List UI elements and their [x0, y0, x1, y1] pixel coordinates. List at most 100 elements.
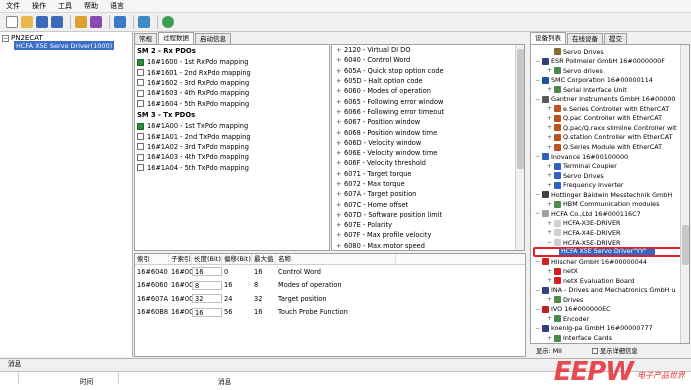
- device-row[interactable]: + Servo drives: [546, 66, 603, 75]
- object-row[interactable]: +606E - Velocity window time: [332, 148, 524, 158]
- object-row[interactable]: +6068 - Position window time: [332, 127, 524, 137]
- device-row[interactable]: − ESR Pollmeier GmbH 16#0000000F: [534, 57, 665, 66]
- pdo-row[interactable]: 16#1600 - 1st RxPdo mapping: [135, 57, 329, 67]
- expand-icon[interactable]: +: [546, 277, 553, 284]
- tab-startup[interactable]: 启动信息: [195, 33, 231, 44]
- device-row[interactable]: + e.Series Controller with EtherCAT: [546, 104, 669, 113]
- expand-icon[interactable]: +: [336, 46, 344, 54]
- object-row[interactable]: +607C - Home offset: [332, 199, 524, 209]
- expand-icon[interactable]: +: [336, 211, 344, 219]
- collapse-icon[interactable]: −: [534, 153, 541, 160]
- pdo-row[interactable]: 16#1A03 - 4th TxPdo mapping: [135, 152, 329, 162]
- pdo-checkbox[interactable]: [137, 133, 144, 141]
- device-row[interactable]: − HCFA Co.,Ltd 16#000116C7: [534, 209, 641, 218]
- object-row[interactable]: +606D - Velocity window: [332, 138, 524, 148]
- object-row[interactable]: +6040 - Control Word: [332, 55, 524, 65]
- object-row[interactable]: +6067 - Position window: [332, 117, 524, 127]
- collapse-icon[interactable]: −: [2, 34, 9, 42]
- cell-length[interactable]: 8: [192, 280, 222, 290]
- expand-icon[interactable]: +: [336, 108, 344, 116]
- expand-icon[interactable]: +: [336, 201, 344, 209]
- object-row[interactable]: +6080 - Max motor speed: [332, 241, 524, 250]
- pdo-checkbox[interactable]: [137, 79, 144, 87]
- expand-icon[interactable]: +: [546, 201, 553, 208]
- expand-icon[interactable]: +: [336, 159, 344, 167]
- menu-operation[interactable]: 操作: [32, 1, 46, 11]
- column-header[interactable]: 索引: [135, 254, 169, 264]
- collapse-icon[interactable]: −: [534, 58, 541, 65]
- pdo-checkbox[interactable]: [137, 100, 144, 108]
- selected-device-row[interactable]: HCFA X5E Servo Driver"YY": [533, 246, 683, 257]
- tab-process-data[interactable]: 过程数据: [158, 32, 194, 44]
- collapse-icon[interactable]: −: [534, 96, 541, 103]
- device-row[interactable]: + Frequency Inverter: [546, 181, 623, 190]
- expand-icon[interactable]: +: [336, 56, 344, 64]
- device-row[interactable]: − IVO 16#000000EC: [534, 305, 611, 314]
- device-row[interactable]: − koenig-pa GmbH 16#00000777: [534, 324, 653, 333]
- pdo-checkbox[interactable]: [137, 122, 144, 130]
- device-row[interactable]: + Encoder: [546, 314, 589, 323]
- device-row[interactable]: Servo Drives: [546, 47, 604, 56]
- pdo-row[interactable]: 16#1602 - 3rd RxPdo mapping: [135, 78, 329, 88]
- expand-icon[interactable]: +: [336, 180, 344, 188]
- expand-icon[interactable]: +: [336, 77, 344, 85]
- expand-icon[interactable]: +: [546, 86, 553, 93]
- expand-icon[interactable]: +: [546, 229, 553, 236]
- device-row[interactable]: + Terminal Coupler: [546, 162, 617, 171]
- edit-icon[interactable]: [75, 16, 87, 28]
- collapse-icon[interactable]: −: [534, 191, 541, 198]
- pdo-row[interactable]: 16#1601 - 2nd RxPdo mapping: [135, 67, 329, 77]
- object-row[interactable]: +605A - Quick stop option code: [332, 66, 524, 76]
- expand-icon[interactable]: +: [336, 139, 344, 147]
- expand-icon[interactable]: +: [336, 190, 344, 198]
- expand-icon[interactable]: +: [546, 172, 553, 179]
- pdo-row[interactable]: 16#1603 - 4th RxPdo mapping: [135, 88, 329, 98]
- pdo-row[interactable]: 16#1A00 - 1st TxPdo mapping: [135, 121, 329, 131]
- expand-icon[interactable]: +: [336, 231, 344, 239]
- menu-language[interactable]: 语言: [110, 1, 124, 11]
- scrollbar-thumb[interactable]: [517, 49, 524, 169]
- expand-icon[interactable]: +: [546, 115, 553, 122]
- tab-general[interactable]: 常规: [134, 33, 157, 44]
- expand-icon[interactable]: +: [546, 134, 553, 141]
- expand-icon[interactable]: +: [336, 118, 344, 126]
- object-row[interactable]: +607E - Polarity: [332, 220, 524, 230]
- object-row[interactable]: +6071 - Target torque: [332, 169, 524, 179]
- save-as-icon[interactable]: [51, 16, 63, 28]
- expand-icon[interactable]: +: [546, 182, 553, 189]
- expand-icon[interactable]: +: [336, 170, 344, 178]
- pdo-row[interactable]: 16#1A04 - 5th TxPdo mapping: [135, 163, 329, 173]
- expand-icon[interactable]: +: [546, 335, 553, 342]
- expand-icon[interactable]: +: [546, 315, 553, 322]
- cell-length[interactable]: 32: [192, 294, 222, 304]
- tab-online-devices[interactable]: 在线设备: [567, 33, 603, 44]
- tree-device-node[interactable]: HCFA X5E Servo Driver(1000): [14, 41, 115, 50]
- config-icon[interactable]: [138, 16, 150, 28]
- object-row[interactable]: +6065 - Following error window: [332, 96, 524, 106]
- table-row[interactable]: 16#6060 16#00 8 16 8 Modes of operation: [135, 279, 525, 293]
- messages-col-time[interactable]: 时间: [80, 376, 93, 386]
- device-row[interactable]: − Gantner Instruments GmbH 16#00000: [534, 95, 676, 104]
- collapse-icon[interactable]: −: [534, 325, 541, 332]
- expand-icon[interactable]: +: [546, 163, 553, 170]
- object-list-scrollbar[interactable]: [515, 45, 524, 250]
- expand-icon[interactable]: +: [546, 144, 553, 151]
- pdo-checkbox[interactable]: [137, 164, 144, 172]
- object-row[interactable]: +6066 - Following error timeout: [332, 107, 524, 117]
- menu-help[interactable]: 帮助: [84, 1, 98, 11]
- pdo-row[interactable]: 16#1604 - 5th RxPdo mapping: [135, 99, 329, 109]
- expand-icon[interactable]: +: [336, 87, 344, 95]
- device-row[interactable]: + Drives: [546, 295, 583, 304]
- expand-icon[interactable]: +: [546, 67, 553, 74]
- expand-icon[interactable]: +: [546, 220, 553, 227]
- pdo-checkbox[interactable]: [137, 69, 144, 77]
- expand-icon[interactable]: +: [336, 242, 344, 250]
- expand-icon[interactable]: +: [336, 98, 344, 106]
- object-row[interactable]: +605D - Halt option code: [332, 76, 524, 86]
- pdo-checkbox[interactable]: [137, 153, 144, 161]
- expand-icon[interactable]: +: [546, 296, 553, 303]
- expand-icon[interactable]: +: [546, 124, 553, 131]
- expand-icon[interactable]: +: [546, 105, 553, 112]
- table-row[interactable]: 16#60B8 16#00 16 56 16 Touch Probe Function: [135, 306, 525, 320]
- menu-file[interactable]: 文件: [6, 1, 20, 11]
